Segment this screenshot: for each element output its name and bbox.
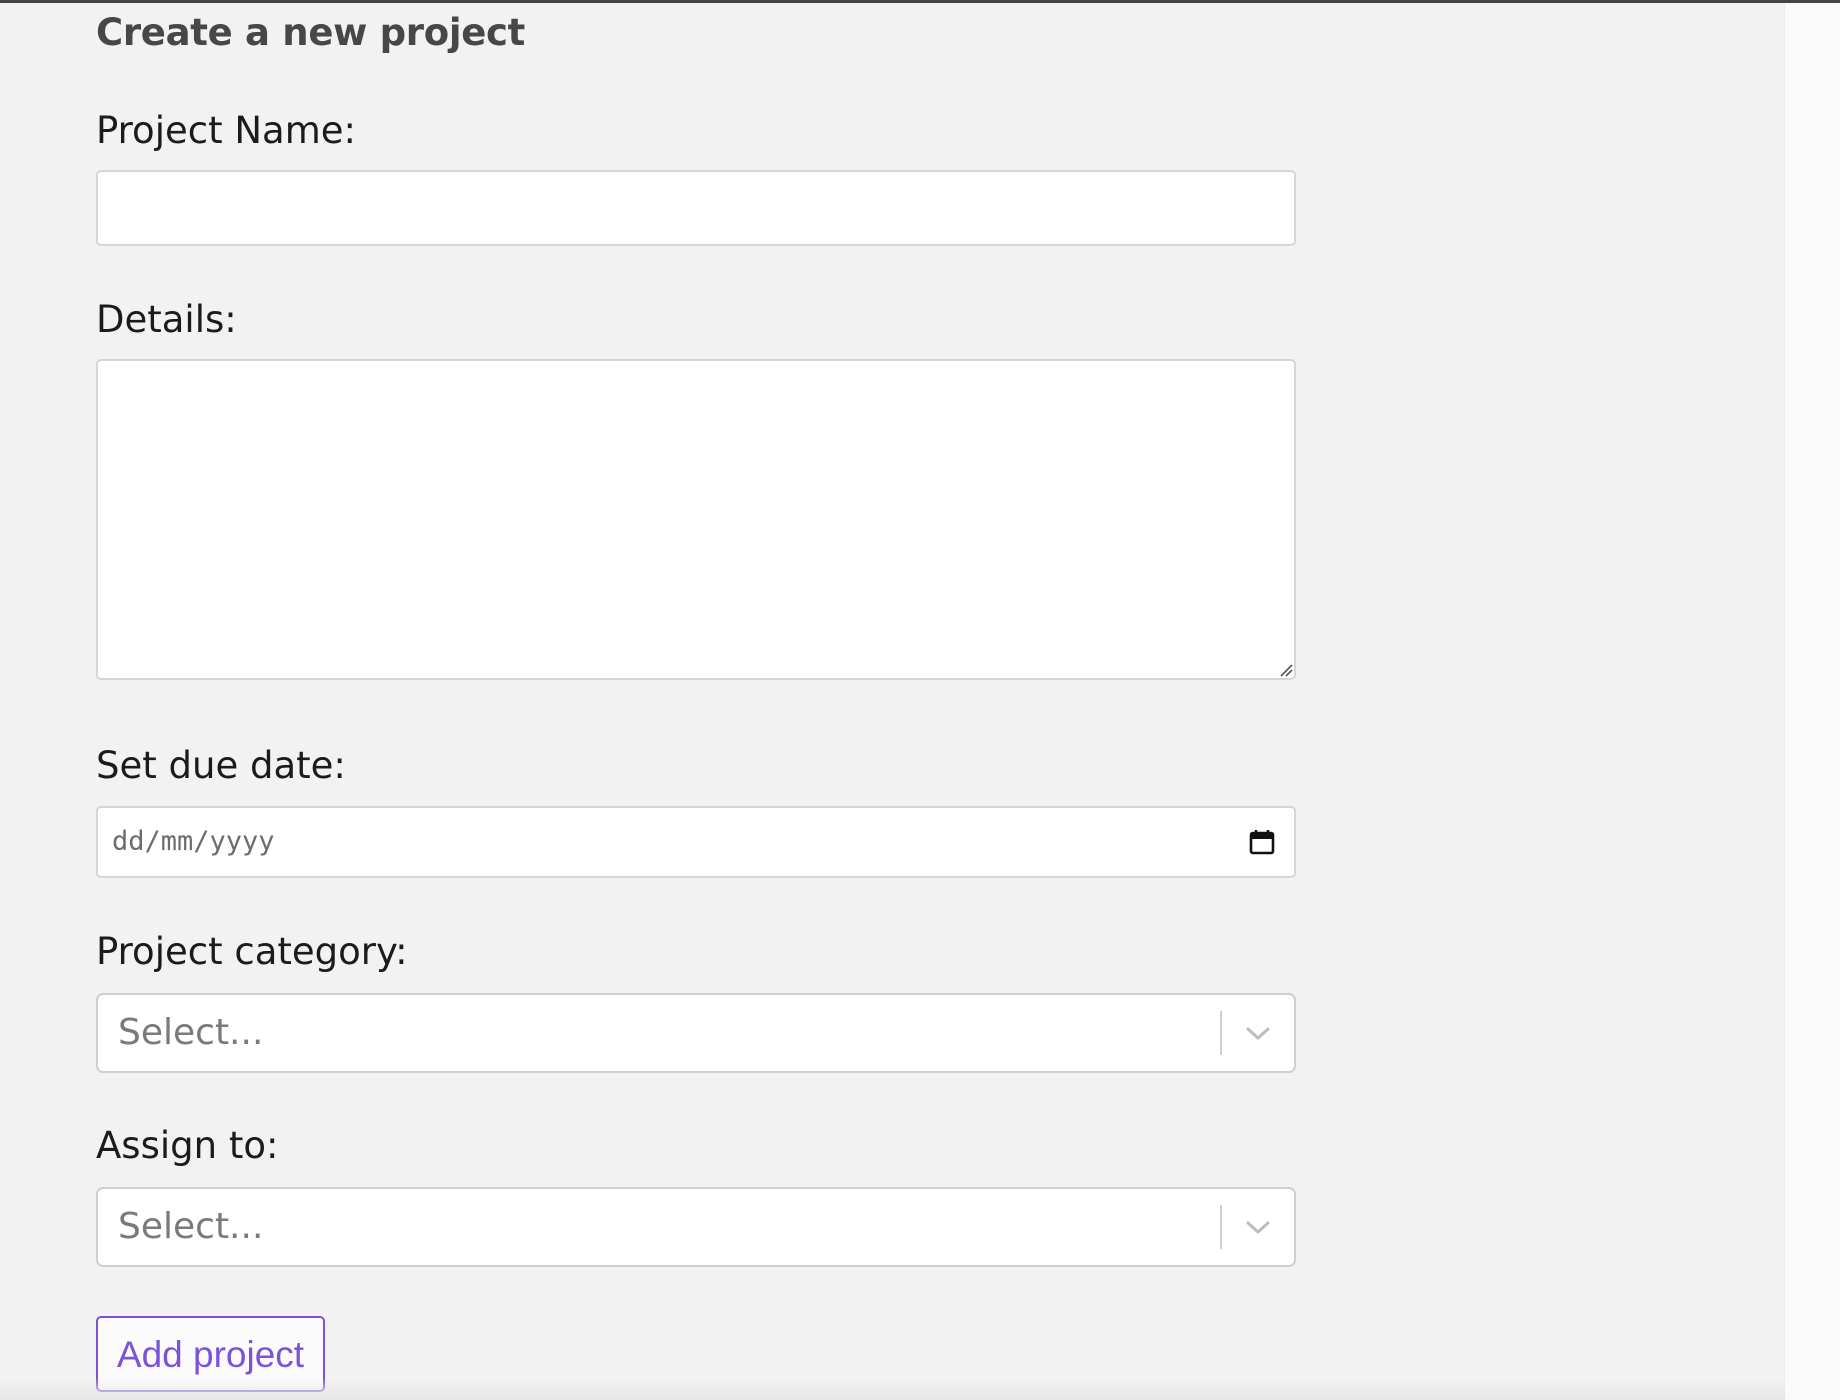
select-separator	[1220, 1205, 1222, 1249]
due-date-label: Set due date:	[96, 744, 346, 787]
chevron-down-icon[interactable]	[1244, 1021, 1272, 1045]
chevron-down-icon[interactable]	[1244, 1215, 1272, 1239]
window-top-border	[0, 0, 1840, 3]
project-category-placeholder: Select...	[118, 1012, 264, 1053]
assign-to-label: Assign to:	[96, 1124, 279, 1167]
assign-to-select[interactable]: Select...	[96, 1187, 1296, 1267]
resize-grip-icon[interactable]	[1279, 663, 1293, 677]
due-date-placeholder: dd/mm/yyyy	[112, 826, 275, 857]
add-project-button[interactable]: Add project	[96, 1316, 325, 1392]
project-name-label: Project Name:	[96, 109, 356, 152]
right-side-panel	[1784, 3, 1840, 1400]
due-date-input[interactable]: dd/mm/yyyy	[96, 806, 1296, 878]
details-wrapper	[96, 359, 1296, 680]
project-name-input[interactable]	[96, 170, 1296, 246]
details-label: Details:	[96, 298, 237, 341]
page-title: Create a new project	[96, 11, 526, 54]
assign-to-placeholder: Select...	[118, 1206, 264, 1247]
details-textarea[interactable]	[96, 359, 1296, 680]
project-category-select[interactable]: Select...	[96, 993, 1296, 1073]
calendar-icon[interactable]	[1248, 828, 1276, 856]
select-separator	[1220, 1011, 1222, 1055]
project-category-label: Project category:	[96, 930, 408, 973]
